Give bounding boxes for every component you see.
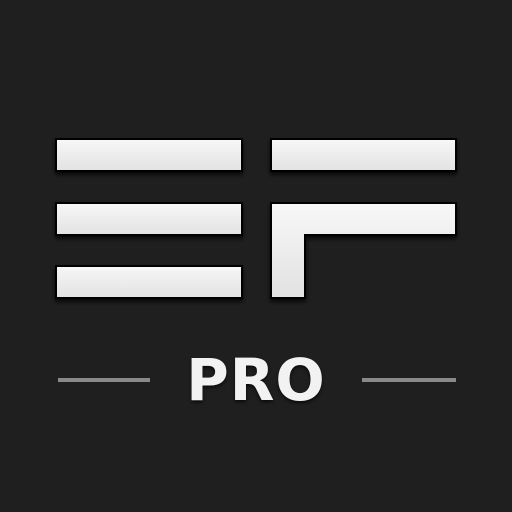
right-divider-line [362, 378, 456, 382]
pro-label: PRO [186, 346, 326, 414]
left-divider-line [58, 378, 150, 382]
e-middle-bar [55, 202, 243, 236]
f-lower-shape [270, 202, 457, 299]
pro-badge: PRO [0, 340, 512, 420]
f-top-bar [270, 138, 457, 172]
e-bottom-bar [55, 265, 243, 299]
e-top-bar [55, 138, 243, 172]
ef-logo-icon [55, 138, 457, 299]
app-icon: PRO [0, 0, 512, 512]
